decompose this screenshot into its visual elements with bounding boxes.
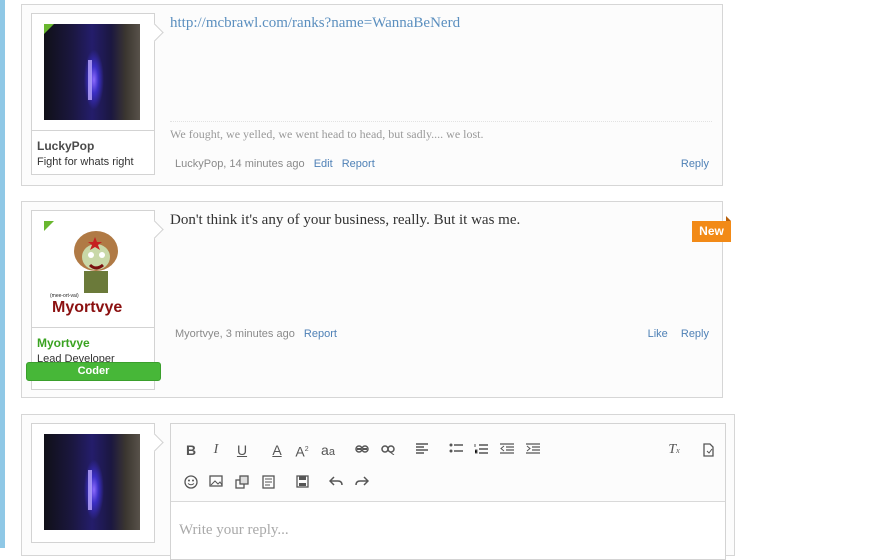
edit-link[interactable]: Edit <box>314 158 333 170</box>
font-family-icon[interactable]: aa <box>318 440 338 460</box>
report-link[interactable]: Report <box>304 328 337 340</box>
italic-icon[interactable]: I <box>206 440 226 460</box>
signature: We fought, we yelled, we went head to he… <box>170 127 484 141</box>
username[interactable]: Myortvye <box>37 336 154 350</box>
online-indicator-icon <box>44 24 54 34</box>
media-icon[interactable] <box>232 472 252 492</box>
reply-link[interactable]: Reply <box>681 158 709 170</box>
avatar-container <box>32 14 154 131</box>
font-size-icon[interactable]: A2 <box>292 440 312 460</box>
message-text: Don't think it's any of your business, r… <box>170 212 521 228</box>
message-meta: Myortvye, 3 minutes ago Report <box>175 328 337 340</box>
align-icon[interactable] <box>412 440 432 460</box>
underline-icon[interactable]: U <box>232 440 252 460</box>
text-color-icon[interactable]: A <box>267 440 287 460</box>
svg-text:Myortvye: Myortvye <box>52 299 122 316</box>
image-icon[interactable] <box>206 472 226 492</box>
page-left-stripe <box>0 0 5 548</box>
message-actions: Reply <box>671 158 709 170</box>
message-meta: LuckyPop, 14 minutes ago Edit Report <box>175 158 375 170</box>
numbered-list-icon[interactable] <box>471 440 491 460</box>
reply-editor: B I U A A2 aa Tx Write your reply... <box>170 423 726 560</box>
message-actions: Like Reply <box>638 328 709 340</box>
avatar-container <box>32 424 154 542</box>
author-time[interactable]: Myortvye, 3 minutes ago <box>175 328 295 340</box>
remove-format-icon[interactable]: Tx <box>664 440 684 460</box>
username[interactable]: LuckyPop <box>37 139 154 153</box>
author-time[interactable]: LuckyPop, 14 minutes ago <box>175 158 305 170</box>
unlink-icon[interactable] <box>378 440 398 460</box>
message-link[interactable]: http://mcbrawl.com/ranks?name=WannaBeNer… <box>170 15 460 32</box>
bold-icon[interactable]: B <box>181 440 201 460</box>
smilie-icon[interactable] <box>181 472 201 492</box>
user-banner-badge: Coder <box>26 362 161 381</box>
message-post: LuckyPop Fight for whats right http://mc… <box>21 4 723 186</box>
editor-toolbar: B I U A A2 aa Tx <box>171 424 725 502</box>
user-card <box>31 423 155 543</box>
avatar[interactable] <box>44 434 140 530</box>
user-title: Fight for whats right <box>37 156 134 168</box>
outdent-icon[interactable] <box>497 440 517 460</box>
like-link[interactable]: Like <box>648 328 668 340</box>
save-draft-icon[interactable] <box>292 472 312 492</box>
new-post-badge: New <box>692 216 731 242</box>
link-icon[interactable] <box>352 440 372 460</box>
message-post: (mee-ort-vai) Myortvye Myortvye Lead Dev… <box>21 201 723 398</box>
reply-link[interactable]: Reply <box>681 328 709 340</box>
quick-reply: B I U A A2 aa Tx Write your reply... <box>21 414 735 560</box>
code-icon[interactable] <box>258 472 278 492</box>
bullet-list-icon[interactable] <box>446 440 466 460</box>
user-card: LuckyPop Fight for whats right <box>31 13 155 175</box>
toggle-bbcode-icon[interactable] <box>698 440 718 460</box>
avatar[interactable] <box>44 24 140 120</box>
avatar[interactable]: (mee-ort-vai) Myortvye <box>46 219 138 319</box>
reply-input[interactable] <box>171 502 725 558</box>
undo-icon[interactable] <box>326 472 346 492</box>
avatar-container: (mee-ort-vai) Myortvye <box>32 211 154 328</box>
signature-divider <box>170 121 712 122</box>
redo-icon[interactable] <box>352 472 372 492</box>
report-link[interactable]: Report <box>342 158 375 170</box>
indent-icon[interactable] <box>523 440 543 460</box>
online-indicator-icon <box>44 221 54 231</box>
user-card: (mee-ort-vai) Myortvye Myortvye Lead Dev… <box>26 210 161 390</box>
